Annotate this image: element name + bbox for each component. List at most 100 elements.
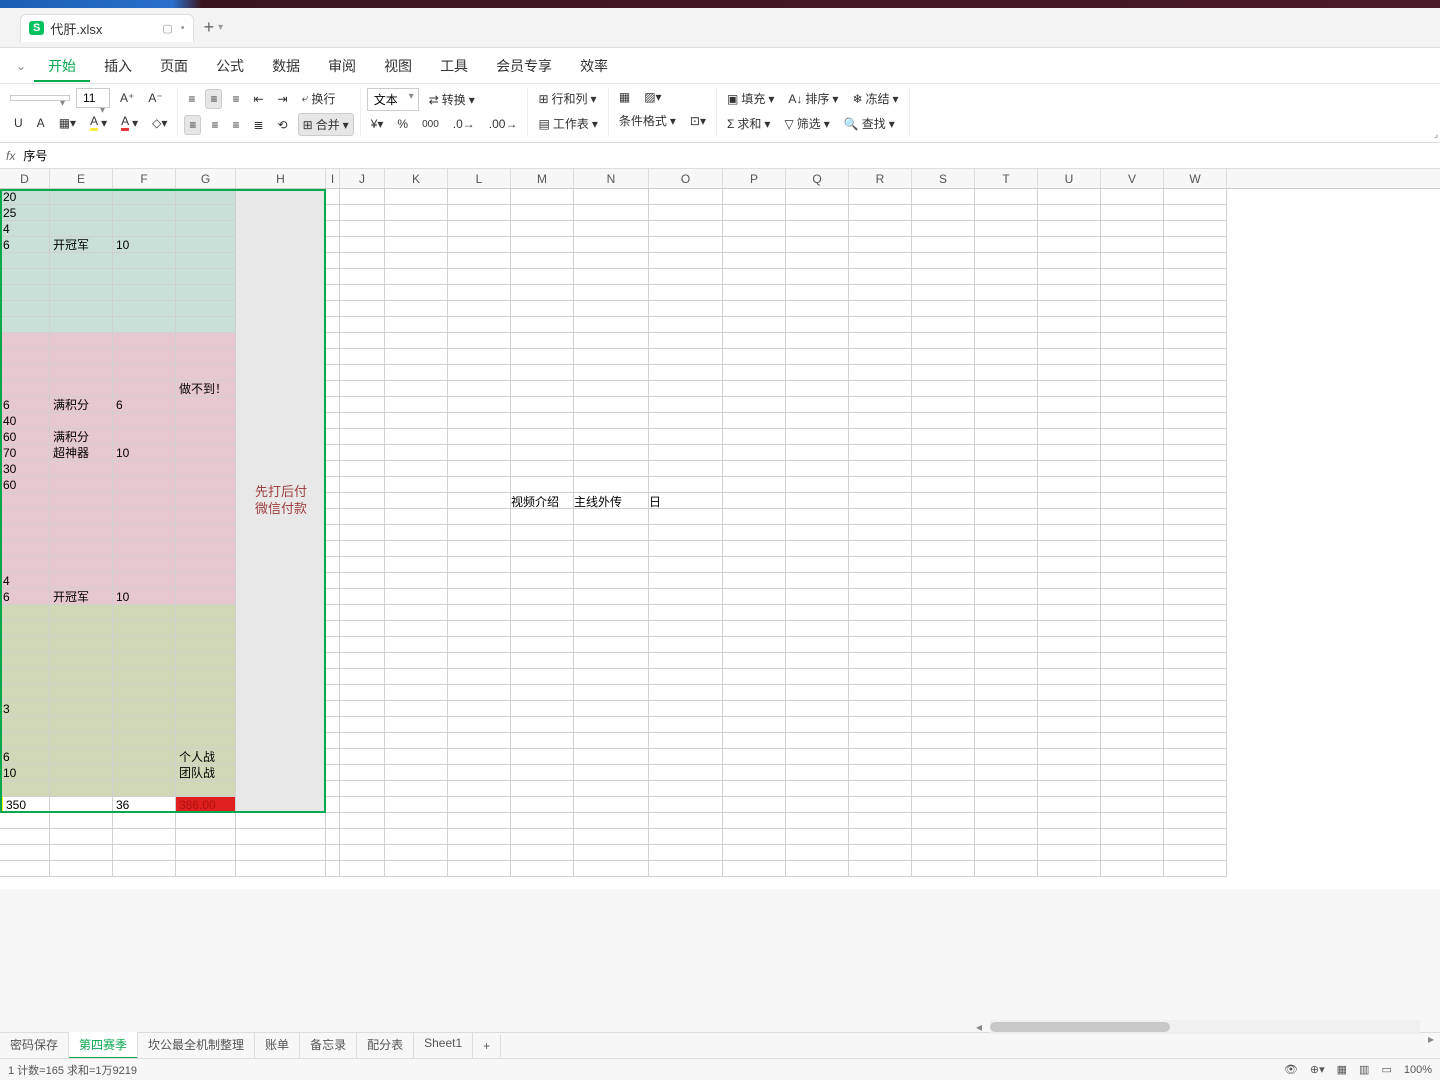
- cell[interactable]: [723, 493, 786, 509]
- cell[interactable]: [723, 333, 786, 349]
- cell[interactable]: [385, 621, 448, 637]
- cell[interactable]: [113, 749, 176, 765]
- cell[interactable]: [511, 781, 574, 797]
- cell[interactable]: [912, 253, 975, 269]
- cell[interactable]: [511, 717, 574, 733]
- cell[interactable]: [786, 861, 849, 877]
- cell[interactable]: [340, 333, 385, 349]
- cell[interactable]: [786, 701, 849, 717]
- table-row[interactable]: 6满积分6: [0, 397, 1440, 413]
- table-row[interactable]: 6开冠军10: [0, 589, 1440, 605]
- cell[interactable]: [340, 589, 385, 605]
- cell[interactable]: [1101, 461, 1164, 477]
- cell[interactable]: [975, 653, 1038, 669]
- cell[interactable]: [649, 189, 723, 205]
- cell[interactable]: [176, 845, 236, 861]
- indent-increase-button[interactable]: ⇥: [274, 90, 292, 108]
- cell[interactable]: [1164, 813, 1227, 829]
- cell[interactable]: [975, 413, 1038, 429]
- cell[interactable]: [326, 189, 340, 205]
- cell[interactable]: [723, 237, 786, 253]
- cell[interactable]: [176, 445, 236, 461]
- align-top-button[interactable]: ≡: [184, 90, 199, 108]
- cell[interactable]: [786, 605, 849, 621]
- menu-会员专享[interactable]: 会员专享: [482, 52, 566, 80]
- cell[interactable]: [1164, 461, 1227, 477]
- cell[interactable]: [975, 301, 1038, 317]
- cell[interactable]: [340, 349, 385, 365]
- cell[interactable]: [1164, 397, 1227, 413]
- cell[interactable]: [0, 717, 50, 733]
- cell[interactable]: [912, 621, 975, 637]
- cell[interactable]: [574, 189, 649, 205]
- cell[interactable]: [1101, 397, 1164, 413]
- cell[interactable]: [176, 557, 236, 573]
- cell[interactable]: [1101, 445, 1164, 461]
- wrap-text-button[interactable]: ⤶换行: [298, 88, 340, 109]
- cell[interactable]: [113, 701, 176, 717]
- cell[interactable]: [786, 589, 849, 605]
- cell[interactable]: [50, 637, 113, 653]
- cell[interactable]: [1038, 253, 1101, 269]
- cell[interactable]: [574, 333, 649, 349]
- cell[interactable]: [723, 845, 786, 861]
- cell[interactable]: [326, 429, 340, 445]
- cell[interactable]: [1038, 269, 1101, 285]
- cell[interactable]: [1101, 829, 1164, 845]
- cell[interactable]: [448, 589, 511, 605]
- cell[interactable]: [511, 349, 574, 365]
- cell[interactable]: [50, 701, 113, 717]
- cell[interactable]: [723, 413, 786, 429]
- cell[interactable]: [448, 557, 511, 573]
- cell[interactable]: [1164, 653, 1227, 669]
- cell[interactable]: [385, 477, 448, 493]
- cell[interactable]: [849, 285, 912, 301]
- cell[interactable]: [975, 509, 1038, 525]
- cell[interactable]: [176, 349, 236, 365]
- cell[interactable]: [385, 189, 448, 205]
- cell[interactable]: [340, 429, 385, 445]
- cell[interactable]: [385, 253, 448, 269]
- cell[interactable]: [340, 525, 385, 541]
- cell[interactable]: [1101, 653, 1164, 669]
- cell[interactable]: [975, 477, 1038, 493]
- cell[interactable]: [50, 317, 113, 333]
- cell[interactable]: [723, 765, 786, 781]
- cell[interactable]: [1101, 557, 1164, 573]
- cell[interactable]: [50, 301, 113, 317]
- col-header-I[interactable]: I: [326, 169, 340, 188]
- table-row[interactable]: 3: [0, 701, 1440, 717]
- col-header-P[interactable]: P: [723, 169, 786, 188]
- cell[interactable]: [448, 749, 511, 765]
- table-row[interactable]: [0, 541, 1440, 557]
- cell[interactable]: [113, 269, 176, 285]
- cell[interactable]: [912, 717, 975, 733]
- cell[interactable]: [1164, 349, 1227, 365]
- cell[interactable]: [1101, 525, 1164, 541]
- menu-公式[interactable]: 公式: [202, 52, 258, 80]
- cell[interactable]: 满积分: [50, 397, 113, 413]
- cell[interactable]: [849, 557, 912, 573]
- cell[interactable]: [574, 733, 649, 749]
- cell[interactable]: [1038, 669, 1101, 685]
- cell[interactable]: [50, 221, 113, 237]
- cell[interactable]: [574, 541, 649, 557]
- cell[interactable]: [849, 317, 912, 333]
- cell[interactable]: [113, 541, 176, 557]
- cell[interactable]: [0, 781, 50, 797]
- font-color-button[interactable]: A▾: [117, 112, 142, 133]
- cell[interactable]: 团队战: [176, 765, 236, 781]
- cell[interactable]: [975, 381, 1038, 397]
- cell[interactable]: [786, 445, 849, 461]
- cell[interactable]: [574, 317, 649, 333]
- cell[interactable]: [326, 365, 340, 381]
- cell[interactable]: [649, 685, 723, 701]
- cell[interactable]: [448, 397, 511, 413]
- cell[interactable]: [1038, 349, 1101, 365]
- tab-close-icon[interactable]: •: [181, 22, 185, 34]
- cell[interactable]: [649, 301, 723, 317]
- cell[interactable]: [1164, 253, 1227, 269]
- cell[interactable]: 20: [0, 189, 50, 205]
- cell[interactable]: [723, 749, 786, 765]
- cell[interactable]: [912, 765, 975, 781]
